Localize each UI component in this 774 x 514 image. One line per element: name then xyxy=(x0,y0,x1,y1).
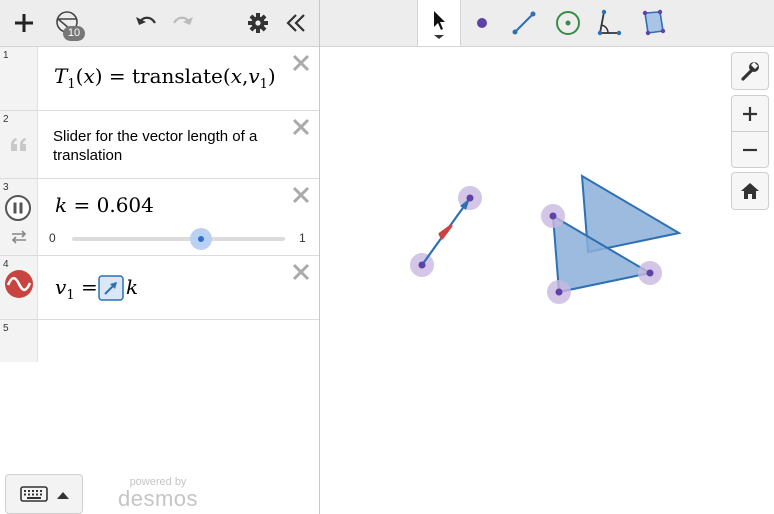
operator-arg-2: v xyxy=(248,64,260,88)
graph-canvas[interactable] xyxy=(320,0,774,514)
vector-expression[interactable]: v1 = xyxy=(55,275,98,303)
keyboard-icon xyxy=(20,486,48,502)
vector-scale-variable: k xyxy=(126,275,139,299)
function-operator: translate xyxy=(132,64,223,88)
vector-head-point[interactable] xyxy=(466,194,474,202)
expression-row-3[interactable]: 3 k = 0.604 0 1 xyxy=(0,179,319,256)
quote-icon xyxy=(11,138,26,151)
undo-button[interactable] xyxy=(133,8,159,38)
slider-expression[interactable]: k = 0.604 xyxy=(55,193,154,217)
expression-number: 1 xyxy=(3,50,9,61)
vector-tail-point[interactable] xyxy=(418,261,426,269)
function-argument: x xyxy=(83,64,95,88)
graph-color-toggle-icon[interactable] xyxy=(3,268,35,300)
pause-icon[interactable] xyxy=(4,194,32,222)
expression-number: 5 xyxy=(3,323,9,334)
collapse-panel-button[interactable] xyxy=(283,8,309,38)
triangle-vertex[interactable] xyxy=(555,288,563,296)
shapes-count-badge: 10 xyxy=(63,26,85,41)
operator-arg-1: x xyxy=(230,64,242,88)
equals-sign: = xyxy=(108,64,126,88)
expression-number: 3 xyxy=(3,182,9,193)
function-subscript: 1 xyxy=(67,77,76,92)
expression-row-1[interactable]: 1 T1(x) = translate(x,v1) xyxy=(0,47,319,111)
operator-arg-2-subscript: 1 xyxy=(259,77,268,92)
delete-expression-icon[interactable] xyxy=(291,185,311,205)
expression-toolbar: 10 xyxy=(0,0,319,47)
vector-scale: k xyxy=(126,275,138,299)
undo-icon xyxy=(136,16,156,25)
expression-row-2[interactable]: 2 Slider for the vector length of a tran… xyxy=(0,111,319,179)
caret-up-icon xyxy=(57,492,69,499)
vector-subscript: 1 xyxy=(66,288,75,303)
desmos-logo: desmos xyxy=(118,486,199,511)
scaled-vector-arrow[interactable] xyxy=(438,224,453,240)
expression-math-1[interactable]: T1(x) = translate(x,v1) xyxy=(54,64,276,92)
keyboard-toggle-button[interactable] xyxy=(5,474,83,514)
expression-gutter: 2 xyxy=(0,111,38,178)
plus-icon xyxy=(15,14,33,32)
slider-value: 0.604 xyxy=(96,193,154,217)
powered-by-desmos: powered by desmos xyxy=(118,476,198,510)
settings-button[interactable] xyxy=(245,8,271,38)
slider-min[interactable]: 0 xyxy=(49,231,56,245)
note-text[interactable]: Slider for the vector length of a transl… xyxy=(53,127,293,165)
gear-icon xyxy=(248,13,268,33)
expression-row-5[interactable]: 5 xyxy=(0,320,319,362)
expression-row-4[interactable]: 4 v1 = k xyxy=(0,256,319,320)
slider-thumb[interactable] xyxy=(197,236,204,242)
delete-expression-icon[interactable] xyxy=(291,53,311,73)
expression-panel: 10 1 T1(x) = translate(x,v1) 2 Slider fo… xyxy=(0,0,320,514)
expression-number: 2 xyxy=(3,114,9,125)
slider-track[interactable] xyxy=(72,237,285,241)
triangle-vertex[interactable] xyxy=(549,212,557,220)
animation-direction-icon[interactable] xyxy=(10,229,28,245)
add-item-button[interactable] xyxy=(10,8,38,38)
triangle-vertex[interactable] xyxy=(646,269,654,277)
redo-button[interactable] xyxy=(170,8,196,38)
expression-gutter: 4 xyxy=(0,256,38,319)
expression-gutter: 3 xyxy=(0,179,38,255)
double-chevron-left-icon xyxy=(286,14,305,32)
vector-name: v xyxy=(55,275,67,299)
expression-gutter: 1 xyxy=(0,47,38,110)
graph-paper[interactable] xyxy=(320,0,774,514)
function-name: T xyxy=(54,64,68,88)
expression-gutter: 5 xyxy=(0,320,38,362)
slider-max[interactable]: 1 xyxy=(299,231,306,245)
delete-expression-icon[interactable] xyxy=(291,262,311,282)
slider-variable: k xyxy=(55,193,68,217)
vector-arrow-icon[interactable] xyxy=(98,275,124,301)
delete-expression-icon[interactable] xyxy=(291,117,311,137)
redo-icon xyxy=(173,16,193,25)
